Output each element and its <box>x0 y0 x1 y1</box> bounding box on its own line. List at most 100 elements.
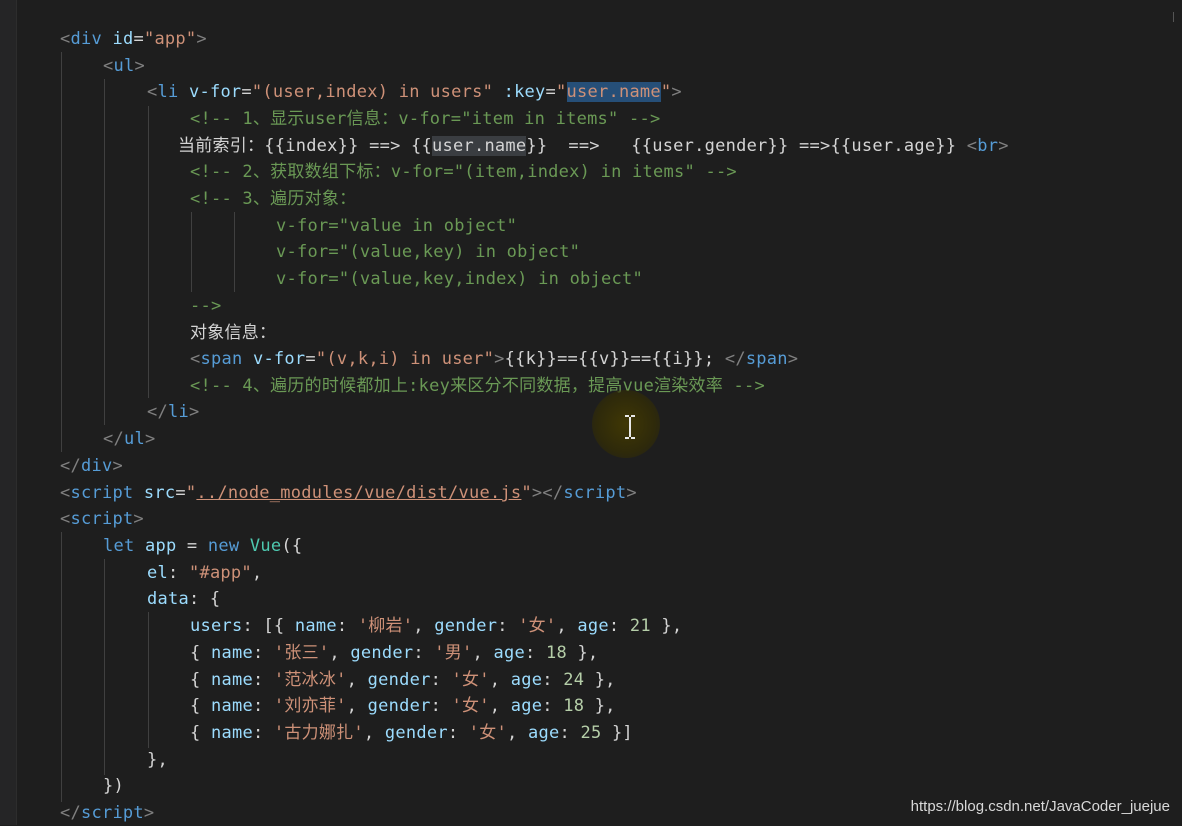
identifier-token: age <box>510 696 543 716</box>
code-line[interactable]: <!-- 4、遍历的时候都加上:key来区分不同数据，提高vue渲染效率 --> <box>190 373 765 399</box>
attribute-name-token: v-for <box>188 82 242 102</box>
code-line[interactable]: </script> <box>60 800 154 826</box>
punctuation-token: > <box>133 509 144 529</box>
code-line[interactable]: }) <box>103 773 124 799</box>
string-literal-token: '古力娜扎' <box>273 723 364 743</box>
comment-token: v-for="(value,key) in object" <box>276 242 581 262</box>
punctuation-token: < <box>60 509 71 529</box>
string-literal-token: '范冰冰' <box>273 670 347 690</box>
code-line[interactable]: { name: '张三', gender: '男', age: 18 }, <box>190 640 598 666</box>
plain-text-token: : <box>252 670 274 690</box>
number-literal-token: 18 <box>563 696 585 716</box>
code-line[interactable]: </ul> <box>103 426 155 452</box>
comment-token: <!-- 4、遍历的时候都加上:key来区分不同数据，提高vue渲染效率 --> <box>190 376 765 396</box>
plain-text-token: : <box>559 723 581 743</box>
plain-text-token: : <box>542 670 564 690</box>
plain-text-token: : <box>336 616 358 636</box>
punctuation-token: > <box>626 483 637 503</box>
indent-guide <box>104 79 105 425</box>
punctuation-token: </ <box>60 456 81 476</box>
tag-name-token: ul <box>123 429 145 449</box>
punctuation-token: ></ <box>531 483 564 503</box>
identifier-token: age <box>528 723 560 743</box>
plain-text-token <box>178 82 189 102</box>
code-line[interactable]: v-for="(value,key,index) in object" <box>276 266 643 292</box>
code-line[interactable]: v-for="(value,key) in object" <box>276 239 580 265</box>
punctuation-token: > <box>196 29 207 49</box>
plain-text-token: }, <box>584 670 616 690</box>
tag-name-token: div <box>70 29 102 49</box>
plain-text-token: , <box>346 670 368 690</box>
code-line[interactable]: <ul> <box>103 53 145 79</box>
code-line[interactable]: <li v-for="(user,index) in users" :key="… <box>147 79 682 105</box>
code-editor[interactable]: <div id="app"> <ul> <li v-for="(user,ind… <box>0 0 1182 825</box>
code-line[interactable]: { name: '范冰冰', gender: '女', age: 24 }, <box>190 667 616 693</box>
code-line[interactable]: <span v-for="(v,k,i) in user">{{k}}=={{v… <box>190 346 798 372</box>
plain-text-token: , <box>329 643 351 663</box>
plain-text-token: { <box>190 723 211 743</box>
punctuation-token: > <box>112 456 123 476</box>
code-line[interactable]: <!-- 3、遍历对象： <box>190 186 356 212</box>
comment-token: <!-- 2、获取数组下标：v-for="(item,index) in ite… <box>190 162 737 182</box>
punctuation-token: < <box>60 29 71 49</box>
link-text-token: ../node_modules/vue/dist/vue.js <box>196 483 522 503</box>
string-literal-token: '柳岩' <box>357 616 414 636</box>
code-line[interactable]: let app = new Vue({ <box>103 533 302 559</box>
plain-text-token: , <box>556 616 578 636</box>
code-line[interactable]: </div> <box>60 453 123 479</box>
code-line[interactable]: 对象信息： <box>190 320 276 346</box>
punctuation-token: < <box>966 136 978 156</box>
code-line[interactable]: --> <box>190 293 221 319</box>
tag-name-token: br <box>977 136 999 156</box>
code-line[interactable]: <script> <box>60 506 144 532</box>
tag-name-token: script <box>80 803 144 823</box>
plain-text-token: }, <box>650 616 683 636</box>
keyword-token: let <box>103 536 135 556</box>
tag-name-token: div <box>80 456 113 476</box>
punctuation-token: > <box>143 803 155 823</box>
punctuation-token: </ <box>147 402 168 422</box>
identifier-token: name <box>210 670 253 690</box>
plain-text-token: = <box>241 82 252 102</box>
plain-text-token: : <box>252 643 274 663</box>
code-line[interactable]: v-for="value in object" <box>276 213 517 239</box>
code-line[interactable]: <!-- 1、显示user信息：v-for="item in items" --… <box>190 106 660 132</box>
code-line[interactable]: el: "#app", <box>147 560 262 586</box>
plain-text-token: 对象信息： <box>190 323 277 343</box>
tag-name-token: li <box>157 82 179 102</box>
plain-text-token: }) <box>103 776 124 796</box>
watermark: https://blog.csdn.net/JavaCoder_juejue <box>910 798 1170 815</box>
code-line[interactable]: { name: '刘亦菲', gender: '女', age: 18 }, <box>190 693 616 719</box>
code-line[interactable]: data: { <box>147 586 220 612</box>
comment-token: <!-- 3、遍历对象： <box>190 189 357 209</box>
code-line[interactable]: <div id="app"> <box>60 26 207 52</box>
attribute-name-token: v-for <box>252 349 306 369</box>
code-line[interactable]: <!-- 2、获取数组下标：v-for="(item,index) in ite… <box>190 159 737 185</box>
code-line[interactable]: users: [{ name: '柳岩', gender: '女', age: … <box>190 613 682 639</box>
plain-text-token: : <box>542 696 564 716</box>
plain-text-token: ({ <box>281 536 303 556</box>
string-literal-token: " <box>556 82 567 102</box>
indent-guide <box>148 106 149 398</box>
plain-text-token: : <box>413 643 435 663</box>
indent-guide <box>104 559 105 775</box>
string-literal-token: '女' <box>451 696 490 716</box>
code-line[interactable]: <script src="../node_modules/vue/dist/vu… <box>60 480 637 506</box>
code-line[interactable]: </li> <box>147 399 199 425</box>
plain-text-token: : <box>430 670 452 690</box>
number-literal-token: 21 <box>629 616 651 636</box>
plain-text-token: = <box>305 349 316 369</box>
plain-text-token: }] <box>601 723 633 743</box>
code-line[interactable]: }, <box>147 747 168 773</box>
indent-guide <box>61 532 62 802</box>
plain-text-token <box>239 536 250 556</box>
tag-name-token: script <box>563 483 627 503</box>
punctuation-token: </ <box>103 429 124 449</box>
tag-name-token: script <box>70 509 134 529</box>
string-literal-token: "#app" <box>188 563 252 583</box>
code-line[interactable]: 当前索引：{{index}} ==> {{user.name}} ==> {{u… <box>178 133 1009 159</box>
class-name-token: Vue <box>249 536 282 556</box>
code-line[interactable]: { name: '古力娜扎', gender: '女', age: 25 }] <box>190 720 633 746</box>
indent-guide <box>61 52 62 452</box>
punctuation-token: < <box>60 483 71 503</box>
